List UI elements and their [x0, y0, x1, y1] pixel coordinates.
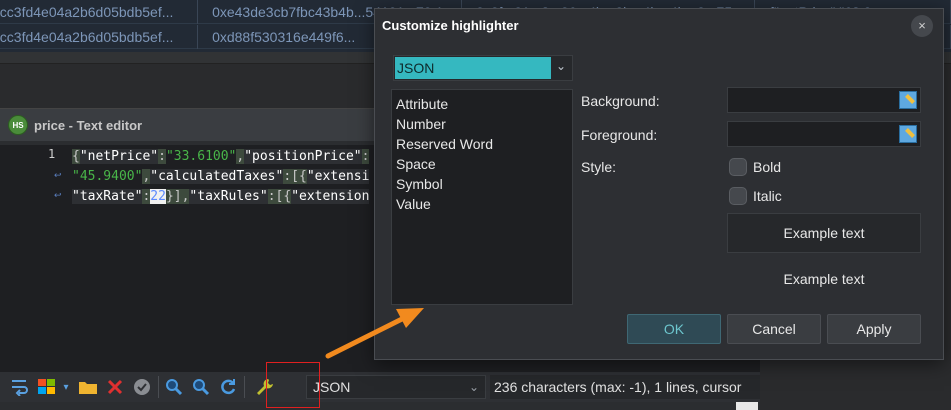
editor-title: price - Text editor — [34, 117, 143, 133]
code-line: "taxRate":22}],"taxRules":[{"extension — [72, 187, 370, 207]
code-line: "45.9400","calculatedTaxes":[{"extensi — [72, 167, 370, 187]
code-token: :[{ — [267, 189, 292, 204]
example-text-background: Example text — [727, 213, 921, 253]
ok-button[interactable]: OK — [627, 314, 721, 344]
italic-checkbox[interactable] — [729, 187, 747, 205]
word-wrap-icon[interactable] — [8, 375, 32, 399]
dialog-title-bar[interactable]: Customize highlighter × — [375, 9, 943, 41]
code-token: "taxRate" — [72, 189, 143, 204]
code-token: "netPrice" — [79, 149, 159, 164]
grid-cell: 3cc3fd4e04a2b6d05bdb5ef... — [0, 0, 199, 24]
code-token: "positionPrice" — [244, 149, 362, 164]
toolbar-divider — [158, 376, 159, 398]
background-label: Background: — [581, 93, 660, 109]
chevron-down-icon[interactable]: ▾ — [59, 375, 73, 399]
grid-cell: 3cc3fd4e04a2b6d05bdb5ef... — [0, 25, 199, 49]
refresh-icon[interactable] — [216, 375, 240, 399]
line-number: 1 — [48, 147, 56, 161]
code-token: "extension — [291, 189, 370, 204]
code-token: { — [72, 149, 80, 164]
code-token: "taxRules" — [189, 189, 268, 204]
code-token: "calculatedTaxes" — [150, 169, 284, 184]
color-picker-icon[interactable] — [899, 125, 917, 143]
hs-logo-icon: HS — [8, 115, 28, 135]
windows-logo-icon[interactable] — [35, 375, 59, 399]
example-text-foreground: Example text — [783, 271, 865, 287]
list-item[interactable]: Value — [396, 194, 568, 214]
code-line: {"netPrice":"33.6100","positionPrice": — [72, 147, 370, 167]
style-label: Style: — [581, 159, 617, 175]
language-combo[interactable]: JSON ⌄ — [393, 55, 573, 81]
bold-checkbox[interactable] — [729, 158, 747, 176]
close-icon[interactable]: × — [911, 15, 933, 37]
bold-label: Bold — [753, 159, 782, 175]
code-token: "33.6100" — [165, 149, 237, 164]
check-circle-icon[interactable] — [130, 375, 154, 399]
cancel-button[interactable]: Cancel — [727, 314, 821, 344]
editor-toolbar: ▾ JSON ⌄ 236 characters (max: -1), 1 lin… — [0, 372, 760, 402]
close-red-icon[interactable] — [103, 375, 127, 399]
language-combo-value: JSON — [395, 57, 551, 79]
list-item[interactable]: Symbol — [396, 174, 568, 194]
status-text: 236 characters (max: -1), 1 lines, curso… — [490, 375, 760, 399]
list-item[interactable]: Number — [396, 114, 568, 134]
foreground-color-field[interactable] — [727, 121, 921, 147]
apply-button[interactable]: Apply — [827, 314, 921, 344]
code-token: "45.9400" — [72, 169, 143, 184]
italic-label: Italic — [753, 188, 782, 204]
wrap-arrow-icon: ↩ — [54, 170, 62, 180]
code-token: "extensi — [306, 169, 370, 184]
list-item[interactable]: Attribute — [396, 94, 568, 114]
code-token: 22 — [150, 189, 166, 204]
annotation-highlight-box — [266, 362, 320, 408]
language-select[interactable]: JSON ⌄ — [306, 375, 486, 399]
code-token: : — [158, 149, 166, 164]
background-color-field[interactable] — [727, 87, 921, 113]
code-text[interactable]: {"netPrice":"33.6100","positionPrice": "4… — [72, 147, 370, 207]
chevron-down-icon: ⌄ — [556, 59, 567, 73]
line-gutter: 1 ↩ ↩ — [0, 145, 70, 373]
color-picker-icon[interactable] — [899, 91, 917, 109]
list-item[interactable]: Space — [396, 154, 568, 174]
customize-highlighter-dialog: Customize highlighter × JSON ⌄ Attribute… — [374, 8, 944, 360]
list-item[interactable]: Reserved Word — [396, 134, 568, 154]
zoom-out-icon[interactable] — [189, 375, 213, 399]
dialog-title: Customize highlighter — [382, 18, 519, 33]
code-token: :[{ — [283, 169, 307, 184]
code-token: : — [361, 149, 370, 164]
screen: 3cc3fd4e04a2b6d05bdb5ef... 0xe43de3cb7fb… — [0, 0, 951, 410]
token-type-list[interactable]: Attribute Number Reserved Word Space Sym… — [391, 89, 573, 305]
chevron-down-icon: ⌄ — [468, 380, 479, 394]
toolbar-divider — [244, 376, 245, 398]
code-token: }], — [165, 189, 190, 204]
zoom-in-icon[interactable] — [162, 375, 186, 399]
wrap-arrow-icon: ↩ — [54, 190, 62, 200]
folder-icon[interactable] — [76, 375, 100, 399]
foreground-label: Foreground: — [581, 127, 658, 143]
